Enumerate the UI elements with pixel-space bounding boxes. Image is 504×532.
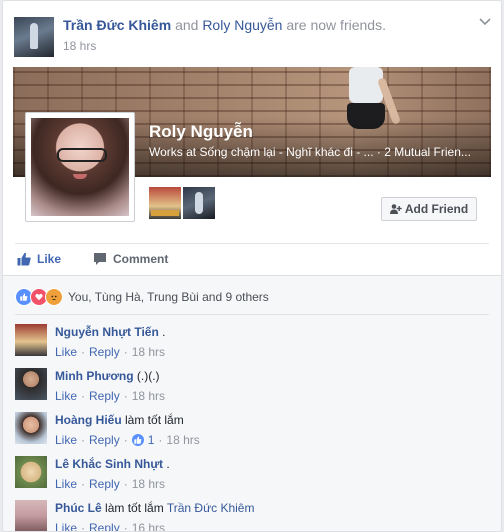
comment-reply-link[interactable]: Reply <box>89 433 120 447</box>
commenter-avatar[interactable] <box>15 368 47 400</box>
comment-item: Lê Khắc Sinh Nhựt . Like · Reply · 18 hrs <box>15 456 485 500</box>
comment-item: Phúc Lê làm tốt lắm Trần Đức Khiêm Like ·… <box>15 500 485 531</box>
comment-reply-link[interactable]: Reply <box>89 521 120 531</box>
comment-timestamp[interactable]: 18 hrs <box>166 433 199 447</box>
comment-text: . <box>162 325 166 339</box>
commenter-avatar[interactable] <box>15 500 47 531</box>
reactions-names: You, Tùng Hà, Trung Bùi and 9 others <box>68 290 269 304</box>
comment-timestamp[interactable]: 18 hrs <box>132 389 165 403</box>
story-timestamp[interactable]: 18 hrs <box>63 39 96 53</box>
thumbs-up-icon <box>17 252 31 266</box>
comment-reply-link[interactable]: Reply <box>89 345 120 359</box>
profile-work-info: Works at Sống chậm lại - Nghĩ khác đi - … <box>149 145 471 159</box>
comments-section: You, Tùng Hà, Trung Bùi and 9 others Ngu… <box>3 275 501 531</box>
comment-like-link[interactable]: Like <box>55 477 77 491</box>
feed-story-card: Trần Đức Khiêm and Roly Nguyễn are now f… <box>2 0 502 532</box>
comment-text: . <box>166 457 170 471</box>
add-friend-button[interactable]: Add Friend <box>381 197 477 221</box>
comment-author[interactable]: Hoàng Hiếu <box>55 413 122 427</box>
divider <box>15 314 489 315</box>
story-suffix: are now friends. <box>286 17 386 33</box>
comment-like-count[interactable]: 1 <box>148 433 155 447</box>
comment-author[interactable]: Phúc Lê <box>55 501 102 515</box>
comment-button[interactable]: Comment <box>93 252 168 266</box>
story-header: Trần Đức Khiêm and Roly Nguyễn are now f… <box>3 1 501 67</box>
mutual-friend-avatar[interactable] <box>149 187 181 219</box>
comment-timestamp[interactable]: 18 hrs <box>132 477 165 491</box>
add-friend-icon <box>389 204 402 214</box>
comment-reply-link[interactable]: Reply <box>89 477 120 491</box>
comment-icon <box>94 253 106 265</box>
comment-item: Hoàng Hiếu làm tốt lắm Like · Reply · 1 · 1… <box>15 412 485 456</box>
comment-timestamp[interactable]: 18 hrs <box>132 345 165 359</box>
commenter-avatar[interactable] <box>15 324 47 356</box>
commenter-avatar[interactable] <box>15 456 47 488</box>
story-text: Trần Đức Khiêm and Roly Nguyễn are now f… <box>63 17 386 33</box>
comment-timestamp[interactable]: 16 hrs <box>132 521 165 531</box>
divider <box>15 243 489 244</box>
friend-name-link[interactable]: Roly Nguyễn <box>202 17 282 33</box>
add-friend-label: Add Friend <box>404 202 469 216</box>
story-connector: and <box>175 17 199 33</box>
reactions-summary[interactable]: You, Tùng Hà, Trung Bùi and 9 others <box>15 288 269 306</box>
like-button[interactable]: Like <box>17 252 61 266</box>
comment-mention-link[interactable]: Trần Đức Khiêm <box>167 501 255 515</box>
like-count-icon[interactable] <box>131 434 144 446</box>
profile-name-link[interactable]: Roly Nguyễn <box>149 122 253 142</box>
comment-text: (.)(.) <box>136 369 160 383</box>
comment-like-link[interactable]: Like <box>55 521 77 531</box>
comment-item: Nguyễn Nhựt Tiến . Like · Reply · 18 hrs <box>15 324 485 368</box>
actor-avatar[interactable] <box>14 17 54 57</box>
like-label: Like <box>37 252 62 266</box>
profile-picture[interactable] <box>25 112 135 222</box>
comment-author[interactable]: Minh Phương <box>55 369 134 383</box>
comment-label: Comment <box>113 252 169 266</box>
action-bar: Like Comment <box>3 246 501 274</box>
actor-name-link[interactable]: Trần Đức Khiêm <box>63 17 171 33</box>
angry-reaction-icon <box>45 288 63 306</box>
commenter-avatar[interactable] <box>15 412 47 444</box>
comment-author[interactable]: Lê Khắc Sinh Nhựt <box>55 457 163 471</box>
comment-author[interactable]: Nguyễn Nhựt Tiến <box>55 325 159 339</box>
comment-reply-link[interactable]: Reply <box>89 389 120 403</box>
comment-like-link[interactable]: Like <box>55 345 77 359</box>
comment-text: làm tốt lắm <box>105 501 164 515</box>
comment-text: làm tốt lắm <box>125 413 184 427</box>
chevron-down-icon[interactable] <box>479 15 491 29</box>
comment-like-link[interactable]: Like <box>55 389 77 403</box>
comment-item: Minh Phương (.)(.) Like · Reply · 18 hrs <box>15 368 485 412</box>
comment-like-link[interactable]: Like <box>55 433 77 447</box>
mutual-friend-avatar[interactable] <box>183 187 215 219</box>
